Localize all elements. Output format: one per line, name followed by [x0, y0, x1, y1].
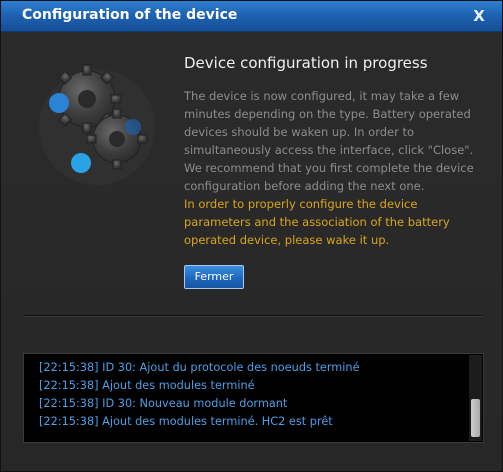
- config-description: The device is now configured, it may tak…: [184, 89, 474, 193]
- configuration-dialog: Configuration of the device X Device con…: [0, 0, 503, 472]
- fermer-button[interactable]: Fermer: [184, 265, 244, 289]
- divider: [23, 315, 482, 317]
- dialog-title: Configuration of the device: [22, 7, 238, 23]
- log-lines: [22:15:38] ID 30: Ajout du protocole des…: [39, 359, 360, 431]
- log-line: [22:15:38] ID 30: Ajout du protocole des…: [39, 361, 360, 374]
- log-scrollbar[interactable]: [469, 355, 482, 441]
- log-line: [22:15:38] ID 30: Nouveau module dormant: [39, 397, 288, 410]
- log-scroll-thumb[interactable]: [471, 399, 480, 437]
- dialog-titlebar: Configuration of the device X: [1, 1, 502, 32]
- log-panel[interactable]: [22:15:38] ID 30: Ajout du protocole des…: [23, 353, 484, 443]
- wake-up-warning: In order to properly configure the devic…: [184, 197, 450, 247]
- log-line: [22:15:38] Ajout des modules terminé. HC…: [39, 415, 333, 428]
- close-icon[interactable]: X: [471, 7, 487, 25]
- gears-icon: [39, 64, 155, 185]
- log-line: [22:15:38] Ajout des modules terminé: [39, 379, 255, 392]
- config-heading: Device configuration in progress: [184, 54, 428, 72]
